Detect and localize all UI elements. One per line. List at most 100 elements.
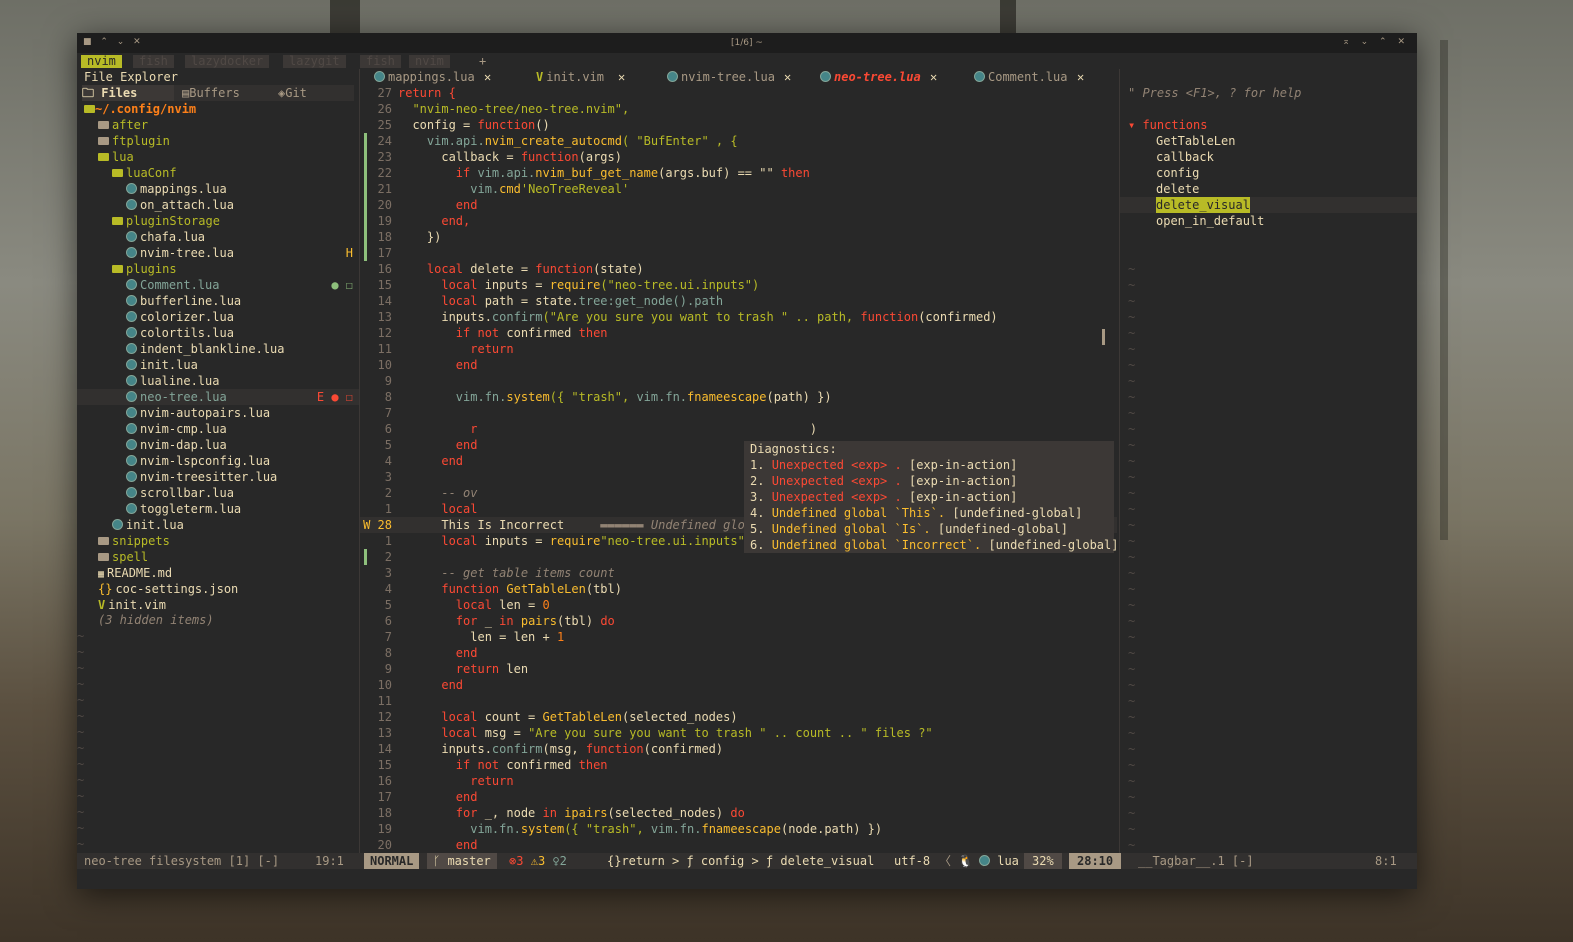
tree-item[interactable]: bufferline.lua	[77, 293, 359, 309]
code-line[interactable]: 15 local inputs = require("neo-tree.ui.i…	[360, 277, 1117, 293]
tree-item[interactable]: on_attach.lua	[77, 197, 359, 213]
code-line[interactable]: 6 r )	[360, 421, 1117, 437]
code-line[interactable]: 8 end	[360, 645, 1117, 661]
tree-item[interactable]: ▦ README.md	[77, 565, 359, 581]
tree-item[interactable]: spell	[77, 549, 359, 565]
buffer-tab[interactable]: neo-tree.lua ✕	[820, 69, 970, 85]
tab-buffers[interactable]: ▤Buffers	[182, 85, 240, 101]
buffer-tab[interactable]: nvim-tree.lua ✕	[667, 69, 817, 85]
tree-item[interactable]: scrollbar.lua	[77, 485, 359, 501]
tree-item[interactable]: colorizer.lua	[77, 309, 359, 325]
terminal-tab[interactable]: lazygit	[283, 55, 346, 68]
code-line[interactable]: 12 local count = GetTableLen(selected_no…	[360, 709, 1117, 725]
terminal-tab[interactable]: +	[473, 55, 492, 68]
code-line[interactable]: 14 inputs.confirm(msg, function(confirme…	[360, 741, 1117, 757]
tree-item[interactable]: nvim-tree.lua H	[77, 245, 359, 261]
editor[interactable]: mappings.lua ✕ Vinit.vim ✕ nvim-tree.lua ✕ neo…	[360, 69, 1118, 853]
code-line[interactable]: 18 })	[360, 229, 1117, 245]
tree-item[interactable]: Vinit.vim	[77, 597, 359, 613]
code-line[interactable]: 10 end	[360, 677, 1117, 693]
code-line[interactable]: 11 return	[360, 341, 1117, 357]
code-line[interactable]: 13 local msg = "Are you sure you want to…	[360, 725, 1117, 741]
code-line[interactable]: 26 "nvim-neo-tree/neo-tree.nvim",	[360, 101, 1117, 117]
code-line[interactable]: 4 function GetTableLen(tbl)	[360, 581, 1117, 597]
code-line[interactable]: 6 for _ in pairs(tbl) do	[360, 613, 1117, 629]
terminal-tab[interactable]: lazydocker	[185, 55, 270, 68]
tree-item[interactable]: init.lua	[77, 357, 359, 373]
close-icon[interactable]: ✕	[1077, 69, 1084, 85]
tree-item[interactable]: indent_blankline.lua	[77, 341, 359, 357]
terminal-tab[interactable]: fish	[360, 55, 401, 68]
code-line[interactable]: 13 inputs.confirm("Are you sure you want…	[360, 309, 1117, 325]
code-line[interactable]: 25 config = function()	[360, 117, 1117, 133]
close-icon[interactable]: ✕	[618, 69, 625, 85]
tree-item[interactable]: plugins	[77, 261, 359, 277]
tree-item[interactable]: nvim-cmp.lua	[77, 421, 359, 437]
code-line[interactable]: 27 return {	[360, 85, 1117, 101]
code-line[interactable]: 9 return len	[360, 661, 1117, 677]
close-icon[interactable]: ✕	[930, 69, 937, 85]
code-line[interactable]: 17 end	[360, 789, 1117, 805]
tree-item[interactable]: Comment.lua ● ☐	[77, 277, 359, 293]
code-line[interactable]: 14 local path = state.tree:get_node().pa…	[360, 293, 1117, 309]
tree-item[interactable]: colortils.lua	[77, 325, 359, 341]
tree-item[interactable]: nvim-treesitter.lua	[77, 469, 359, 485]
scrollbar[interactable]	[1102, 329, 1105, 345]
tagbar-item[interactable]: GetTableLen	[1120, 133, 1417, 149]
code-line[interactable]: 10 end	[360, 357, 1117, 373]
tree-item[interactable]: after	[77, 117, 359, 133]
code-line[interactable]: 8 vim.fn.system({ "trash", vim.fn.fnamee…	[360, 389, 1117, 405]
code-line[interactable]: 11	[360, 693, 1117, 709]
terminal-tab[interactable]: nvim	[81, 55, 122, 68]
tree-item[interactable]: {} coc-settings.json	[77, 581, 359, 597]
tree-root[interactable]: ~/.config/nvim	[84, 101, 196, 117]
tree-item[interactable]: neo-tree.lua E ● ☐	[77, 389, 359, 405]
code-line[interactable]: 24 vim.api.nvim_create_autocmd( "BufEnte…	[360, 133, 1117, 149]
code-line[interactable]: 5 local len = 0	[360, 597, 1117, 613]
code-line[interactable]: 16 return	[360, 773, 1117, 789]
code-line[interactable]: 12 if not confirmed then	[360, 325, 1117, 341]
tree-item[interactable]: init.lua	[77, 517, 359, 533]
tree-item[interactable]: lua	[77, 149, 359, 165]
tagbar-item[interactable]: delete	[1120, 181, 1417, 197]
code-line[interactable]: 7 len = len + 1	[360, 629, 1117, 645]
tree-item[interactable]: pluginStorage	[77, 213, 359, 229]
buffer-tab[interactable]: mappings.lua ✕	[374, 69, 524, 85]
code-line[interactable]: 9	[360, 373, 1117, 389]
tab-files[interactable]: 🗀 Files	[82, 85, 174, 101]
tree-item[interactable]: toggleterm.lua	[77, 501, 359, 517]
code-line[interactable]: 15 if not confirmed then	[360, 757, 1117, 773]
tab-git[interactable]: ◈Git	[278, 85, 307, 101]
tree-item[interactable]: nvim-autopairs.lua	[77, 405, 359, 421]
tagbar-item[interactable]: callback	[1120, 149, 1417, 165]
tree-item[interactable]: nvim-dap.lua	[77, 437, 359, 453]
tagbar-item[interactable]: delete_visual	[1120, 197, 1417, 213]
code-line[interactable]: 19 vim.fn.system({ "trash", vim.fn.fname…	[360, 821, 1117, 837]
code-line[interactable]: 18 for _, node in ipairs(selected_nodes)…	[360, 805, 1117, 821]
tagbar-item[interactable]: config	[1120, 165, 1417, 181]
code-line[interactable]: 20 end	[360, 197, 1117, 213]
code-line[interactable]: 19 end,	[360, 213, 1117, 229]
tagbar-group[interactable]: ▾ functions	[1128, 117, 1207, 133]
buffer-tab[interactable]: Comment.lua ✕	[974, 69, 1124, 85]
tree-item[interactable]: chafa.lua	[77, 229, 359, 245]
tree-item[interactable]: ftplugin	[77, 133, 359, 149]
command-line[interactable]	[77, 869, 1417, 889]
tree-item[interactable]: luaConf	[77, 165, 359, 181]
tree-item[interactable]: mappings.lua	[77, 181, 359, 197]
code-line[interactable]: 3 -- get table items count	[360, 565, 1117, 581]
close-icon[interactable]: ✕	[784, 69, 791, 85]
tagbar-item[interactable]: open_in_default	[1120, 213, 1417, 229]
code-line[interactable]: 17	[360, 245, 1117, 261]
tree-item[interactable]: lualine.lua	[77, 373, 359, 389]
code-line[interactable]: 20 end	[360, 837, 1117, 853]
terminal-tab[interactable]: nvim	[409, 55, 450, 68]
terminal-tab[interactable]: fish	[133, 55, 174, 68]
buffer-tab[interactable]: Vinit.vim ✕	[536, 69, 686, 85]
code-line[interactable]: 23 callback = function(args)	[360, 149, 1117, 165]
code-line[interactable]: 7	[360, 405, 1117, 421]
tree-item[interactable]: nvim-lspconfig.lua	[77, 453, 359, 469]
window-controls-icon[interactable]: ⌅ ⌄ ⌃ ✕	[1342, 37, 1409, 47]
code-line[interactable]: 22 if vim.api.nvim_buf_get_name(args.buf…	[360, 165, 1117, 181]
close-icon[interactable]: ✕	[484, 69, 491, 85]
